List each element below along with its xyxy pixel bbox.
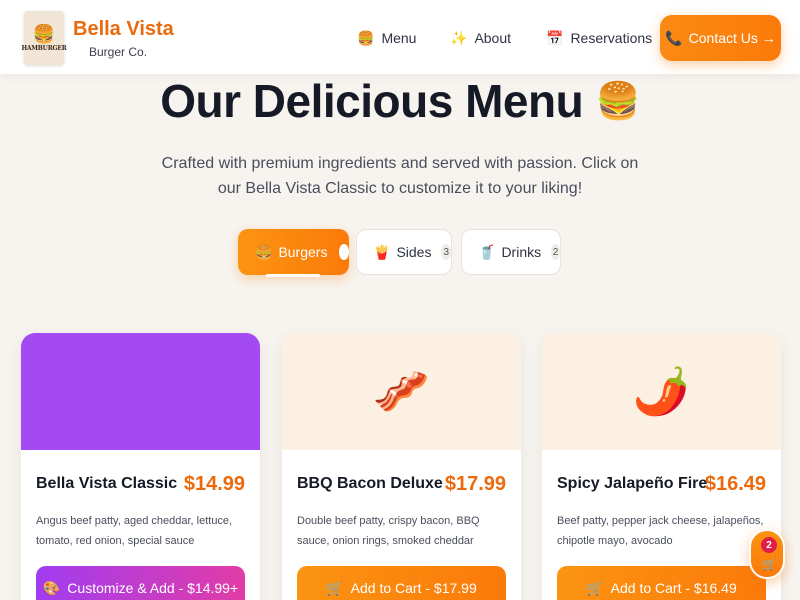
sparkles-icon: ✨ [450, 30, 468, 46]
floating-cart-button[interactable]: 2 🛒 [749, 529, 785, 579]
page-title: Our Delicious Menu 🍔 [0, 74, 800, 128]
card-button-label: Add to Cart - $17.99 [350, 580, 477, 596]
site-header: 🍔 HAMBURGER Bella Vista Burger Co. 🍔 Men… [0, 0, 800, 74]
card-description: Double beef patty, crispy bacon, BBQ sau… [297, 515, 480, 547]
add-to-cart-button[interactable]: 🛒 Add to Cart - $16.49 [557, 566, 766, 600]
card-title: BBQ Bacon Deluxe [297, 475, 443, 492]
page-title-text: Our Delicious Menu [160, 75, 584, 127]
tab-drinks-count: 2 [551, 244, 560, 260]
cart-count-badge: 2 [761, 537, 777, 553]
tab-burgers-label: Burgers [278, 244, 328, 260]
customize-add-button[interactable]: 🎨 Customize & Add - $14.99+ [36, 566, 245, 600]
card-image: 🌶️ [542, 333, 781, 450]
card-price: $14.99 [183, 473, 245, 495]
card-image [21, 333, 260, 450]
tab-drinks-label: Drinks [501, 244, 542, 260]
menu-card-spicy-jalapeno-fire[interactable]: 🌶️ Spicy Jalapeño Fire $16.49 Beef patty… [542, 333, 781, 600]
nav-menu[interactable]: 🍔 Menu [357, 28, 416, 48]
brand-subtitle: Burger Co. [89, 45, 148, 59]
tab-sides-count: 3 [441, 244, 451, 260]
bacon-icon: 🥓 [372, 365, 431, 417]
tab-sides-label: Sides [396, 244, 432, 260]
burger-icon: 🍔 [255, 243, 273, 260]
card-button-label: Customize & Add - $14.99+ [67, 580, 239, 596]
menu-card-bella-vista-classic[interactable]: Bella Vista Classic $14.99 Angus beef pa… [21, 333, 260, 600]
chili-pepper-icon: 🌶️ [632, 365, 691, 417]
nav-reservations[interactable]: 📅 Reservations [546, 28, 652, 48]
cart-icon: 🛒 [586, 579, 604, 596]
card-button-label: Add to Cart - $16.49 [610, 580, 737, 596]
card-price: $16.49 [704, 473, 766, 495]
card-price: $17.99 [444, 473, 506, 495]
tab-sides[interactable]: 🍟 Sides 3 [356, 229, 452, 275]
tab-count-badge [339, 244, 349, 260]
brand-name: Bella Vista [73, 18, 174, 40]
card-title: Bella Vista Classic [36, 475, 178, 492]
contact-us-label: Contact Us → [688, 30, 776, 46]
burger-logo-icon: 🍔 [32, 23, 56, 44]
palette-icon: 🎨 [42, 579, 61, 596]
nav-about[interactable]: ✨ About [450, 28, 511, 48]
burger-icon: 🍔 [595, 80, 640, 121]
add-to-cart-button[interactable]: 🛒 Add to Cart - $17.99 [297, 566, 506, 600]
cart-icon: 🛒 [762, 557, 777, 571]
active-tab-indicator [266, 274, 320, 277]
card-title: Spicy Jalapeño Fire [557, 475, 708, 492]
phone-icon: 📞 [665, 29, 683, 46]
burger-icon: 🍔 [357, 30, 375, 46]
card-description: Beef patty, pepper jack cheese, jalapeño… [557, 515, 764, 547]
card-image: 🥓 [282, 333, 521, 450]
logo[interactable]: 🍔 HAMBURGER [21, 11, 67, 65]
nav-reservations-label: Reservations [570, 30, 653, 46]
fries-icon: 🍟 [373, 243, 391, 260]
nav-about-label: About [474, 30, 512, 46]
contact-us-button[interactable]: 📞 Contact Us → [660, 15, 781, 61]
calendar-icon: 📅 [546, 30, 564, 46]
logo-text: HAMBURGER [21, 44, 67, 52]
cart-icon: 🛒 [326, 579, 344, 596]
drink-icon: 🥤 [478, 243, 496, 260]
nav-menu-label: Menu [381, 30, 417, 46]
page-description: Crafted with premium ingredients and ser… [161, 155, 639, 197]
card-description: Angus beef patty, aged cheddar, lettuce,… [36, 515, 233, 547]
menu-card-bbq-bacon-deluxe[interactable]: 🥓 BBQ Bacon Deluxe $17.99 Double beef pa… [282, 333, 521, 600]
tab-drinks[interactable]: 🥤 Drinks 2 [461, 229, 561, 275]
tab-burgers[interactable]: 🍔 Burgers [238, 229, 349, 277]
